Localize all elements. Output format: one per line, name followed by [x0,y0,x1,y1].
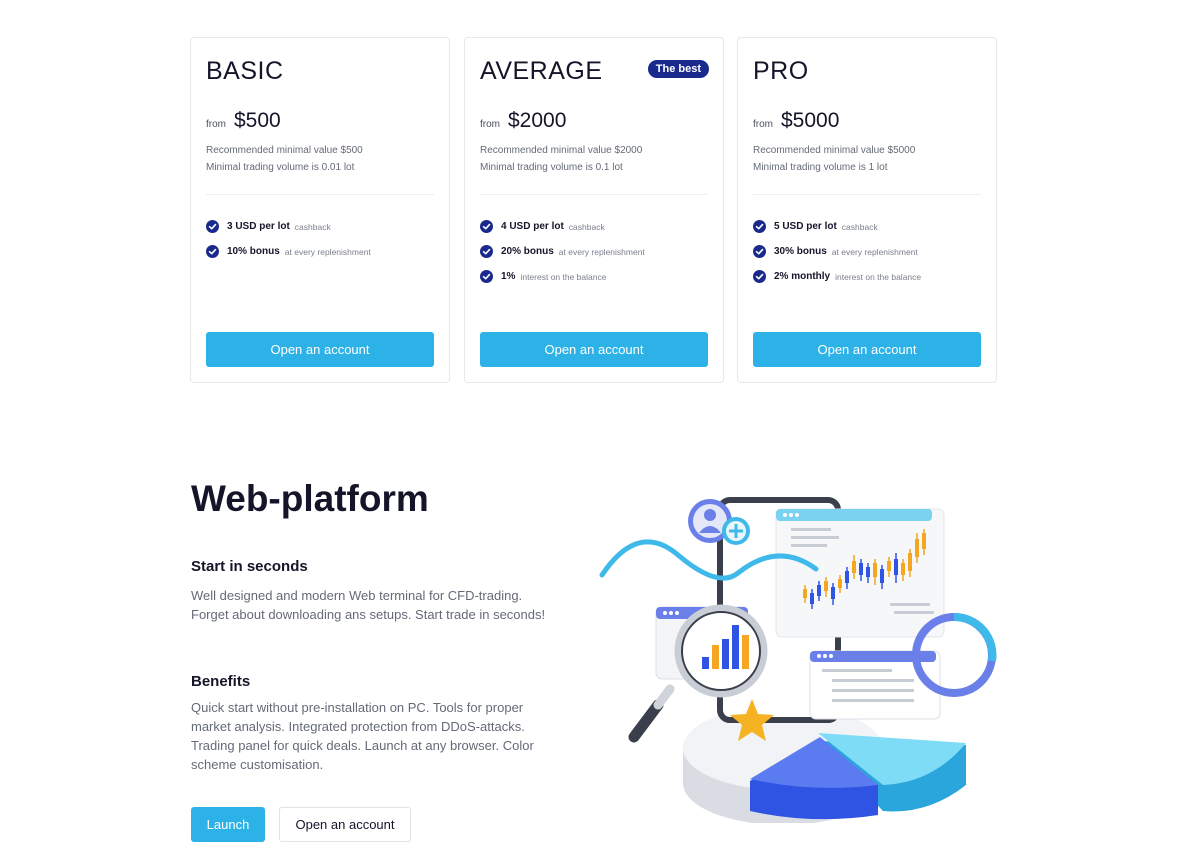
plan-description: Recommended minimal value $500 Minimal t… [206,142,363,176]
best-badge: The best [647,60,709,78]
plan-description: Recommended minimal value $5000 Minimal … [753,142,915,176]
open-account-button[interactable]: Open an account [480,332,708,367]
feature-item: 10% bonus at every replenishment [206,239,371,264]
start-heading: Start in seconds [191,558,308,575]
plan-desc-line: Recommended minimal value $500 [206,145,363,156]
plan-card-basic: BASIC from $500 Recommended minimal valu… [190,37,450,383]
price-from-label: from [206,119,226,130]
price-row: from $2000 [480,109,566,133]
price-value: $5000 [781,109,840,132]
section-title: Web-platform [191,478,429,519]
feature-item: 4 USD per lot cashback [480,214,645,239]
feature-note: cashback [294,221,331,232]
divider [753,194,981,195]
check-circle-icon [753,245,766,258]
start-text: Well designed and modern Web terminal fo… [191,588,546,622]
feature-note: cashback [841,221,878,232]
feature-value: 5 USD per lot [774,221,837,232]
feature-value: 1% [501,271,516,282]
check-circle-icon [206,245,219,258]
feature-list: 4 USD per lot cashback 20% bonus at ever… [480,214,645,289]
feature-note: at every replenishment [558,246,645,257]
feature-value: 4 USD per lot [501,221,564,232]
open-account-button[interactable]: Open an account [753,332,981,367]
plan-description: Recommended minimal value $2000 Minimal … [480,142,642,176]
feature-item: 2% monthly interest on the balance [753,264,921,289]
plan-desc-line: Recommended minimal value $5000 [753,145,916,156]
open-account-button[interactable]: Open an account [206,332,434,367]
plan-desc-line: Minimal trading volume is 1 lot [753,162,888,173]
feature-item: 3 USD per lot cashback [206,214,371,239]
check-circle-icon [753,220,766,233]
price-row: from $5000 [753,109,839,133]
feature-value: 20% bonus [501,246,554,257]
feature-list: 5 USD per lot cashback 30% bonus at ever… [753,214,921,289]
feature-item: 30% bonus at every replenishment [753,239,921,264]
trading-platform-illustration [599,497,997,823]
feature-value: 2% monthly [774,271,831,282]
benefits-heading: Benefits [191,673,251,690]
plan-desc-line: Minimal trading volume is 0.1 lot [480,162,623,173]
divider [206,194,434,195]
price-value: $2000 [508,109,567,132]
feature-item: 1% interest on the balance [480,264,645,289]
feature-value: 3 USD per lot [227,221,290,232]
check-circle-icon [480,270,493,283]
plan-name: AVERAGE [480,57,603,85]
feature-value: 10% bonus [227,246,280,257]
plan-name: BASIC [206,57,284,85]
check-circle-icon [480,220,493,233]
check-circle-icon [206,220,219,233]
feature-list: 3 USD per lot cashback 10% bonus at ever… [206,214,371,264]
price-from-label: from [753,119,773,130]
open-account-button-secondary[interactable]: Open an account [279,807,411,842]
feature-note: interest on the balance [835,271,922,282]
check-circle-icon [753,270,766,283]
price-value: $500 [234,109,281,132]
feature-note: cashback [568,221,605,232]
plan-desc-line: Recommended minimal value $2000 [480,145,643,156]
plan-desc-line: Minimal trading volume is 0.01 lot [206,162,355,173]
feature-item: 5 USD per lot cashback [753,214,921,239]
pricing-plans: BASIC from $500 Recommended minimal valu… [190,37,998,383]
price-row: from $500 [206,109,281,133]
price-from-label: from [480,119,500,130]
feature-note: interest on the balance [520,271,607,282]
plan-card-pro: PRO from $5000 Recommended minimal value… [737,37,997,383]
feature-note: at every replenishment [831,246,918,257]
divider [480,194,708,195]
plan-card-average: AVERAGE The best from $2000 Recommended … [464,37,724,383]
benefits-text: Quick start without pre-installation on … [191,700,534,772]
feature-note: at every replenishment [284,246,371,257]
launch-button[interactable]: Launch [191,807,265,842]
check-circle-icon [480,245,493,258]
plan-name: PRO [753,57,809,85]
feature-value: 30% bonus [774,246,827,257]
feature-item: 20% bonus at every replenishment [480,239,645,264]
